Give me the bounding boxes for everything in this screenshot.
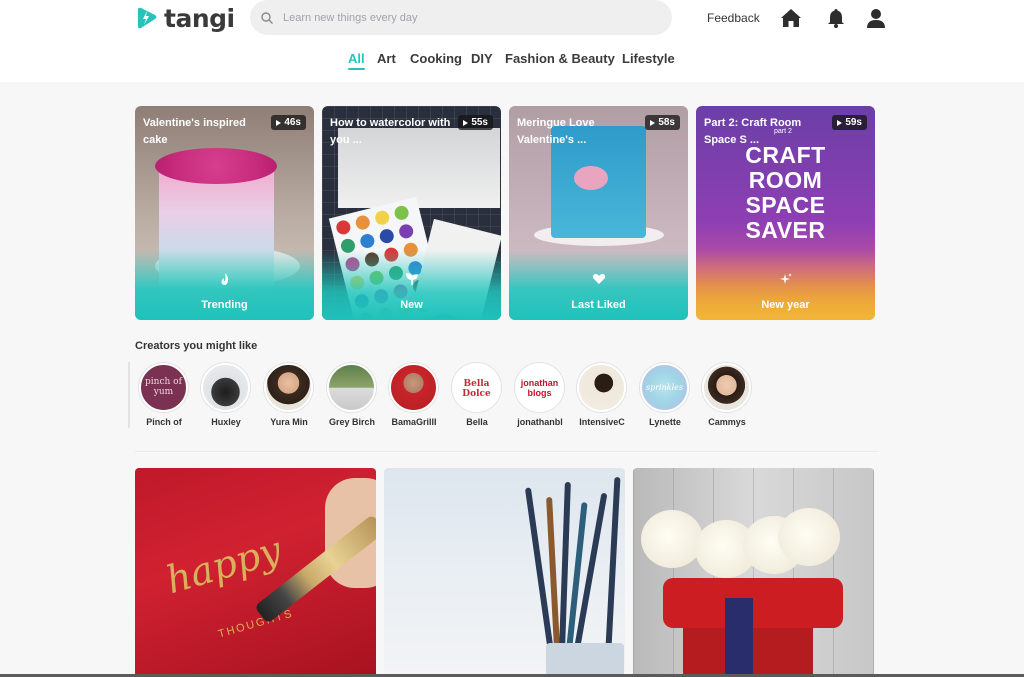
card-title: Part 2: Craft Room Space S ...: [704, 117, 802, 146]
content-tile-lettering[interactable]: happy THOUGHTS: [135, 468, 376, 677]
play-icon: [463, 119, 469, 126]
feature-card-trending[interactable]: Valentine's inspired cake 46s Trending: [135, 106, 314, 320]
lettering-text: happy: [161, 527, 287, 603]
white-rose: [641, 510, 703, 568]
section-divider: [135, 451, 879, 452]
duration-badge: 55s: [458, 115, 493, 130]
tab-fashion-beauty[interactable]: Fashion & Beauty: [505, 51, 615, 66]
card-footer: Trending: [135, 250, 314, 320]
paint-well: [375, 210, 390, 225]
user-icon[interactable]: [865, 7, 887, 29]
play-icon: [276, 119, 282, 126]
logo-text: tangi: [164, 3, 235, 33]
avatar-text: jonathan blogs: [520, 378, 559, 398]
home-icon[interactable]: [780, 7, 802, 29]
feature-card-new-year[interactable]: part 2 CRAFT ROOM SPACE SAVER Part 2: Cr…: [696, 106, 875, 320]
avatar-text: pinch of yum: [145, 377, 182, 397]
card-footer: Last Liked: [509, 250, 688, 320]
tab-art[interactable]: Art: [377, 51, 396, 66]
flame-icon: [220, 273, 228, 285]
tab-all[interactable]: All: [348, 51, 365, 70]
duration-badge: 58s: [645, 115, 680, 130]
sparkle-icon: [779, 273, 792, 284]
bell-icon[interactable]: [825, 7, 847, 29]
creator-name: Lynette: [649, 417, 681, 427]
avatar-text: sprinkles: [645, 383, 683, 392]
card-footer-label: New year: [761, 299, 810, 311]
avatar: [389, 363, 438, 412]
overlay-line: ROOM: [748, 167, 823, 193]
feedback-link[interactable]: Feedback: [707, 11, 760, 25]
creator-name: IntensiveC: [579, 417, 625, 427]
content-tile-roses[interactable]: [633, 468, 874, 677]
creator-name: Bella: [466, 417, 488, 427]
search-input[interactable]: [283, 11, 643, 24]
search-icon: [261, 11, 273, 24]
candy-bar: [725, 598, 753, 677]
card-title: Valentine's inspired cake: [143, 117, 246, 146]
card-footer-label: New: [400, 299, 423, 311]
creator-name: Pinch of: [146, 417, 182, 427]
duration-badge: 46s: [271, 115, 306, 130]
paint-well: [399, 224, 414, 239]
avatar: [577, 363, 626, 412]
avatar: pinch of yum: [139, 363, 188, 412]
avatar: [264, 363, 313, 412]
overlay-headline: CRAFT ROOM SPACE SAVER: [696, 143, 875, 243]
paint-well: [394, 205, 409, 220]
sprout-icon: [405, 273, 418, 285]
play-icon: [650, 119, 656, 126]
play-icon: [837, 119, 843, 126]
card-footer-label: Trending: [201, 299, 248, 311]
card-title: Meringue Love Valentine's ...: [517, 117, 595, 146]
duration-badge: 59s: [832, 115, 867, 130]
avatar: [327, 363, 376, 412]
search-bar[interactable]: [250, 0, 672, 35]
creators-heading: Creators you might like: [135, 340, 258, 352]
heart-icon: [592, 274, 605, 284]
avatar-text: Bella Dolce: [462, 379, 491, 399]
feature-card-last-liked[interactable]: Meringue Love Valentine's ... 58s Last L…: [509, 106, 688, 320]
creator-name: jonathanbl: [517, 417, 563, 427]
paint-well: [379, 229, 394, 244]
brush-jar: [546, 643, 624, 677]
tab-cooking[interactable]: Cooking: [410, 51, 462, 66]
content-tile-brushes[interactable]: [384, 468, 625, 677]
creator-name: Cammys: [708, 417, 746, 427]
paint-brush: [605, 476, 621, 648]
tab-lifestyle[interactable]: Lifestyle: [622, 51, 675, 66]
category-tabs: All Art Cooking DIY Fashion & Beauty Lif…: [0, 51, 1024, 73]
creator-name: Grey Birch: [328, 417, 376, 427]
creator-name: BamaGrillI: [391, 417, 437, 427]
white-rose: [778, 508, 840, 566]
overlay-line: SPACE: [745, 192, 826, 218]
avatar: [201, 363, 250, 412]
logo[interactable]: tangi: [134, 3, 235, 33]
feature-card-new[interactable]: How to watercolor with you ... 55s New: [322, 106, 501, 320]
creator-name: Huxley: [211, 417, 241, 427]
avatar: jonathan blogs: [515, 363, 564, 412]
lettering-subtext: THOUGHTS: [216, 607, 295, 641]
paint-well: [355, 215, 370, 230]
avatar: Bella Dolce: [452, 363, 501, 412]
red-bow: [663, 578, 843, 628]
scroll-indicator: [128, 362, 130, 428]
overlay-line: SAVER: [745, 217, 826, 243]
avatar: [702, 363, 751, 412]
tab-diy[interactable]: DIY: [471, 51, 493, 66]
logo-mark-icon: [138, 7, 157, 29]
card-footer: New: [322, 250, 501, 320]
card-footer-label: Last Liked: [571, 299, 626, 311]
meringue-heart: [574, 166, 608, 190]
paint-well: [336, 220, 351, 235]
cake-frosting: [155, 148, 277, 184]
avatar: sprinkles: [640, 363, 689, 412]
top-bar: tangi Feedback All Art Cooking DIY Fashi…: [0, 0, 1024, 82]
paint-well: [360, 234, 375, 249]
creator-name: Yura Min: [270, 417, 308, 427]
card-footer: New year: [696, 250, 875, 320]
card-title: How to watercolor with you ...: [330, 117, 451, 146]
